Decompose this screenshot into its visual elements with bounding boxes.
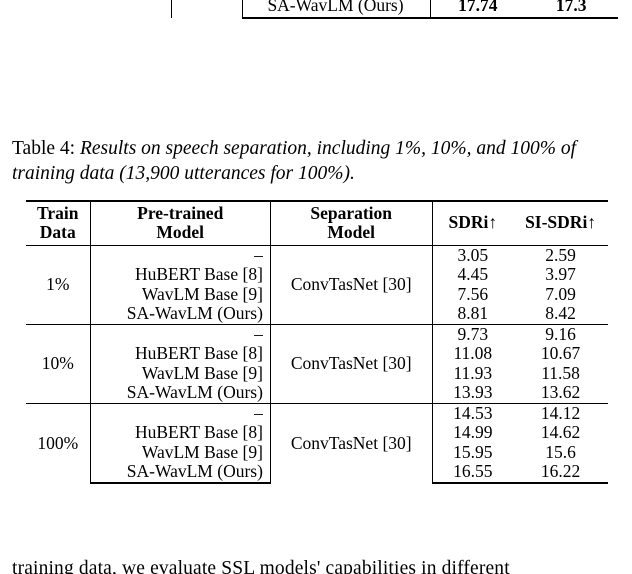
cell-pretrained-model: WavLM Base [9] — [90, 284, 271, 305]
cell-sdri: 17.74 — [430, 0, 525, 19]
column-header-train-data: Train Data — [26, 199, 91, 246]
cell-si-sdri: 14.62 — [540, 422, 581, 443]
cell-train-data: 10% — [26, 323, 91, 404]
cell-sdri: 7.56 — [457, 283, 489, 304]
cell-pretrained-model: WavLM Base [9] — [90, 363, 271, 384]
header-line-1: Separation — [310, 203, 393, 223]
cell-sdri: 13.93 — [432, 383, 514, 404]
table-section-1pct: 1% – ConvTasNet [30] 3.05 2.59 HuBERT Ba… — [26, 244, 608, 325]
table-3: 8ms – 14.0 13.01 BSRNN [29] 5ms – 12.39 … — [12, 0, 618, 19]
table-row: 10% – ConvTasNet [30] 9.73 9.16 — [26, 323, 608, 404]
table-4-container: Train Data Pre-trained Model Separation … — [0, 199, 632, 550]
cell-sdri: 11.08 — [453, 343, 493, 364]
cell-sdri: 14.99 — [453, 422, 493, 443]
cell-pretrained-model: SA-WavLM (Ours) — [90, 462, 271, 484]
header-line-1: Pre-trained — [137, 203, 224, 223]
cell-si-sdri: 7.09 — [545, 283, 576, 304]
table-4-head: Train Data Pre-trained Model Separation … — [26, 199, 608, 246]
table-4-caption: Table 4: Results on speech separation, i… — [12, 136, 624, 187]
cell-sdri: 3.05 — [457, 244, 489, 265]
cell-si-sdri: 13.62 — [513, 383, 608, 404]
cell-train-data: 1% — [26, 245, 91, 325]
table-section-100pct: 100% – ConvTasNet [30] 14.53 14.12 HuBER… — [26, 402, 608, 484]
table-row: 1% – ConvTasNet [30] 3.05 2.59 — [26, 244, 608, 325]
cell-sdri: 14.53 — [453, 402, 493, 423]
cell-model: BSRNN [29] — [12, 0, 173, 18]
cell-sdri: 15.95 — [453, 441, 493, 462]
header-line-2: Data — [39, 221, 76, 242]
header-line-2: Model — [156, 221, 205, 242]
caption-label: Table 4: — [12, 138, 76, 159]
body-paragraph-fragment: training data, we evaluate SSL models' c… — [0, 556, 632, 574]
cell-sdri: 16.55 — [432, 462, 514, 484]
cell-si-sdri: 9.16 — [545, 323, 576, 344]
cell-sisdri: 17.3 — [524, 0, 618, 19]
column-header-pretrained-model: Pre-trained Model — [90, 199, 271, 246]
cell-pretrained: SA-WavLM (Ours) — [242, 0, 432, 19]
table-section-10pct: 10% – ConvTasNet [30] 9.73 9.16 HuBERT B… — [26, 323, 608, 404]
cell-si-sdri: 15.6 — [545, 441, 576, 462]
cell-separation-model: ConvTasNet [30] — [270, 323, 433, 404]
cell-latency: 5ms — [171, 0, 243, 18]
header-line-2: Model — [327, 221, 376, 242]
cell-si-sdri: 14.12 — [540, 402, 581, 423]
cell-si-sdri: 8.42 — [513, 304, 608, 325]
cell-si-sdri: 11.58 — [541, 362, 580, 383]
cell-sdri: 8.81 — [432, 304, 514, 325]
cell-sdri: 11.93 — [453, 362, 493, 383]
column-header-separation-model: Separation Model — [270, 199, 433, 246]
table-4: Train Data Pre-trained Model Separation … — [26, 199, 608, 484]
column-header-sdri: SDRi↑ — [432, 199, 514, 246]
header-line-1: Train — [37, 203, 79, 223]
column-header-si-sdri: SI-SDRi↑ — [513, 199, 608, 246]
body-text-line: training data, we evaluate SSL models' c… — [12, 558, 510, 574]
cell-pretrained-model: SA-WavLM (Ours) — [90, 304, 271, 325]
cell-sdri: 4.45 — [457, 264, 489, 285]
cell-si-sdri: 16.22 — [513, 462, 608, 484]
cell-si-sdri: 2.59 — [545, 244, 576, 265]
cell-pretrained-model: WavLM Base [9] — [90, 442, 271, 463]
cell-pretrained-model: HuBERT Base [8] — [90, 344, 271, 364]
cell-pretrained-model: – — [90, 403, 271, 424]
cell-separation-model: ConvTasNet [30] — [270, 245, 433, 325]
cell-pretrained-model: – — [90, 245, 271, 266]
table-row: 100% – ConvTasNet [30] 14.53 14.12 — [26, 402, 608, 483]
cell-pretrained-model: – — [90, 324, 271, 345]
cell-separation-model: ConvTasNet [30] — [270, 402, 433, 483]
cell-pretrained-model: SA-WavLM (Ours) — [90, 383, 271, 404]
cell-si-sdri: 3.97 — [545, 264, 576, 285]
table-header-row: Train Data Pre-trained Model Separation … — [26, 199, 608, 246]
cell-sdri: 9.73 — [457, 323, 489, 344]
cell-pretrained-model: HuBERT Base [8] — [90, 265, 271, 285]
table-3-fragment: 8ms – 14.0 13.01 BSRNN [29] 5ms – 12.39 … — [0, 0, 632, 130]
cell-pretrained-model: HuBERT Base [8] — [90, 423, 271, 443]
cell-train-data: 100% — [26, 402, 91, 483]
caption-text: Results on speech separation, including … — [12, 138, 577, 185]
cell-si-sdri: 10.67 — [540, 343, 581, 364]
